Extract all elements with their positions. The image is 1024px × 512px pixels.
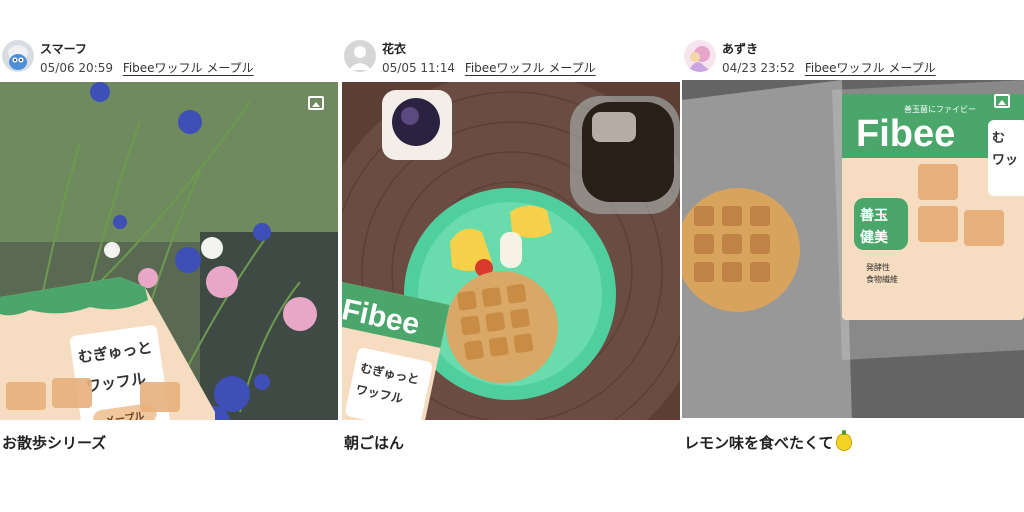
package-subtext: 善玉菌にファイビー [904,104,976,114]
product-link[interactable]: Fibeeワッフル メープル [465,61,596,75]
product-link[interactable]: Fibeeワッフル メープル [805,61,936,75]
post-photo[interactable]: Fibee むぎゅっと ワッフル [342,82,680,420]
username[interactable]: あずき [722,40,758,57]
post-photo[interactable]: Fibee 善玉菌にファイビー む ワッ 善玉 健美 発酵性 食物繊維 [682,80,1024,418]
gallery-icon [994,94,1010,108]
gallery-icon [308,96,324,110]
product-link[interactable]: Fibeeワッフル メープル [123,61,254,75]
package-brand: Fibee [856,113,955,155]
post-caption: 朝ごはん [344,434,405,452]
user-avatar[interactable] [2,40,34,72]
username[interactable]: スマーフ [40,40,87,57]
package-fine-text: 発酵性 [866,262,890,272]
username[interactable]: 花衣 [382,40,406,57]
lemon-emoji-icon [835,430,852,451]
package-text: ワッ [992,152,1018,167]
user-avatar[interactable] [684,40,716,72]
post-date: 05/05 11:14 [382,61,455,75]
package-badge: 健美 [860,229,889,245]
post-caption: お散歩シリーズ [2,434,107,452]
post-caption: レモン味を食べたくて [684,430,852,453]
package-text: む [992,130,1005,145]
post-meta: 04/23 23:52 Fibeeワッフル メープル [722,59,936,76]
caption-text: レモン味を食べたくて [684,434,834,452]
post-meta: 05/05 11:14 Fibeeワッフル メープル [382,59,596,76]
post-photo[interactable]: むぎゅっと ワッフル メープル [0,82,338,420]
post-date: 04/23 23:52 [722,61,795,75]
user-avatar[interactable] [344,40,376,72]
package-fine-text: 食物繊維 [866,274,898,284]
post-date: 05/06 20:59 [40,61,113,75]
post-meta: 05/06 20:59 Fibeeワッフル メープル [40,59,254,76]
package-badge: 善玉 [860,207,888,223]
